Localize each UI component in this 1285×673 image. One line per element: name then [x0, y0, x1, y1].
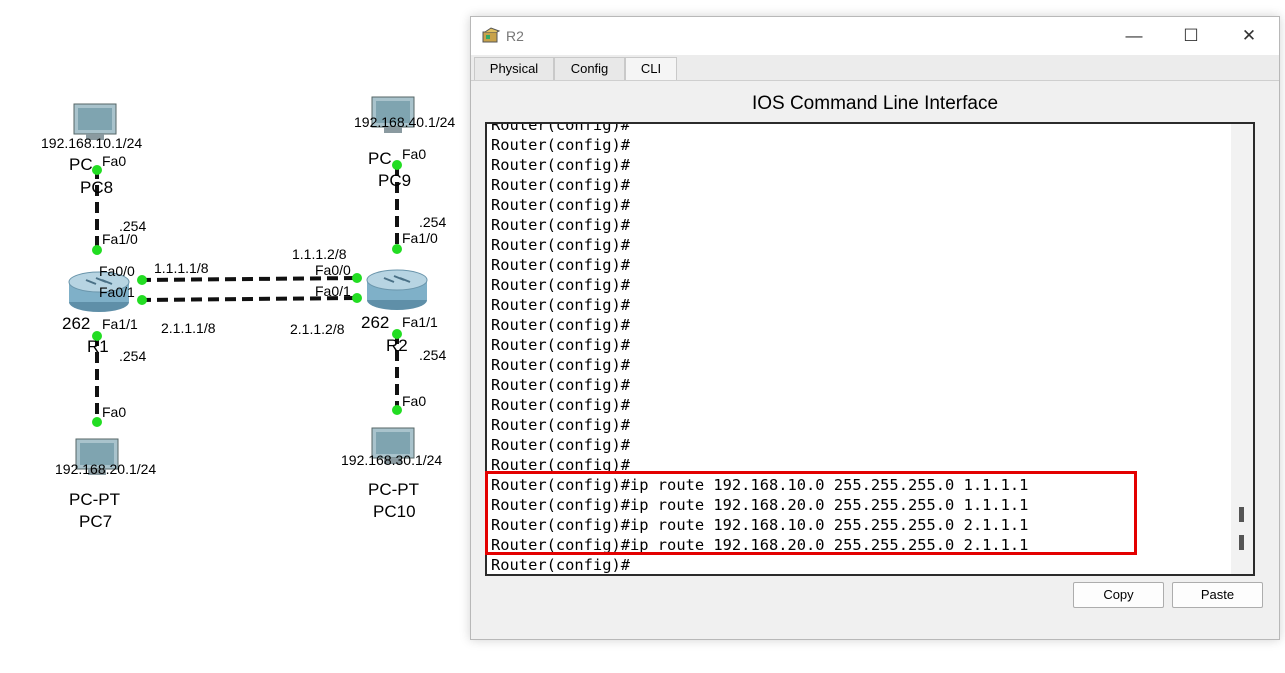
r1-model: 262	[62, 314, 91, 333]
r2-port-fa10: Fa1/0	[402, 230, 438, 246]
tab-physical[interactable]: Physical	[474, 57, 554, 80]
link-dot	[137, 275, 147, 285]
r2-gw-bottom: .254	[419, 347, 447, 363]
pc9-port: Fa0	[402, 146, 427, 162]
console-line: Router(config)#	[491, 556, 630, 574]
console-line: Router(config)#	[491, 216, 630, 234]
link-dot	[352, 273, 362, 283]
link-dot	[92, 245, 102, 255]
r2-ip-fa00: 1.1.1.2/8	[292, 246, 347, 262]
window-title: R2	[506, 28, 524, 44]
title-bar[interactable]: R2 — ☐ ✕	[471, 17, 1279, 55]
pc7-ip: 192.168.20.1/24	[55, 461, 157, 477]
r2-name: R2	[386, 336, 408, 355]
console-scrollbar[interactable]	[1231, 124, 1253, 574]
r1-gw-bottom: .254	[119, 348, 147, 364]
console-line: Router(config)#	[491, 336, 630, 354]
console-line: Router(config)#	[491, 196, 630, 214]
pc10-port: Fa0	[402, 393, 427, 409]
pc7-port: Fa0	[102, 404, 127, 420]
pc9-type-label: PC	[368, 149, 392, 168]
pc8-type-label: PC	[69, 155, 93, 174]
pc8-port: Fa0	[102, 153, 127, 169]
r2-model: 262	[361, 313, 390, 332]
tab-cli[interactable]: CLI	[625, 57, 677, 80]
link-dot	[137, 295, 147, 305]
r2-gw-top: .254	[419, 214, 447, 230]
router-icon[interactable]	[364, 266, 430, 312]
router-window: R2 — ☐ ✕ Physical Config CLI IOS Command…	[470, 16, 1280, 640]
console-line: Router(config)#	[491, 236, 630, 254]
packet-tracer-icon	[482, 27, 501, 43]
console-line: Router(config)#	[491, 122, 630, 134]
minimize-icon[interactable]: —	[1111, 23, 1157, 49]
pc8-ip: 192.168.10.1/24	[41, 135, 143, 151]
console-line: Router(config)#	[491, 176, 630, 194]
pc10-name: PC10	[373, 502, 416, 521]
close-icon[interactable]: ✕	[1226, 23, 1272, 49]
tab-config[interactable]: Config	[554, 57, 625, 80]
r1-ip-fa01: 2.1.1.1/8	[161, 320, 216, 336]
console-line: Router(config)#	[491, 156, 630, 174]
link-dot	[392, 405, 402, 415]
pc9-name: PC9	[378, 171, 412, 190]
cli-heading: IOS Command Line Interface	[751, 93, 999, 114]
maximize-icon[interactable]: ☐	[1168, 23, 1214, 49]
console-line: Router(config)#	[491, 396, 630, 414]
r2-port-fa00: Fa0/0	[315, 262, 351, 278]
console-line: Router(config)#	[491, 376, 630, 394]
pc10-ip: 192.168.30.1/24	[341, 452, 443, 468]
r1-port-fa01: Fa0/1	[99, 284, 135, 300]
r1-name: R1	[87, 337, 109, 356]
tab-bar: Physical Config CLI	[471, 55, 1279, 81]
console-line: Router(config)#	[491, 316, 630, 334]
r2-port-fa01: Fa0/1	[315, 283, 351, 299]
scroll-arrow-icon[interactable]	[1239, 535, 1244, 550]
scroll-arrow-icon[interactable]	[1239, 507, 1244, 522]
console-line: Router(config)#	[491, 136, 630, 154]
r1-port-fa00: Fa0/0	[99, 263, 135, 279]
link-dot	[92, 165, 102, 175]
console-line: Router(config)#	[491, 436, 630, 454]
pc9-ip: 192.168.40.1/24	[354, 114, 456, 130]
paste-button[interactable]: Paste	[1172, 582, 1263, 608]
console-line: Router(config)#	[491, 296, 630, 314]
console-line: Router(config)#	[491, 276, 630, 294]
r1-port-fa11: Fa1/1	[102, 316, 138, 332]
pc7-type-label: PC-PT	[69, 490, 120, 509]
console-line: Router(config)#	[491, 256, 630, 274]
link-dot	[92, 417, 102, 427]
link-dot	[392, 244, 402, 254]
copy-button[interactable]: Copy	[1073, 582, 1164, 608]
link-dot	[392, 160, 402, 170]
pc7-name: PC7	[79, 512, 113, 531]
console-line: Router(config)#	[491, 356, 630, 374]
r2-ip-fa01: 2.1.1.2/8	[290, 321, 345, 337]
link-dot	[352, 293, 362, 303]
r1-ip-fa00: 1.1.1.1/8	[154, 260, 209, 276]
pc8-name: PC8	[80, 178, 114, 197]
console-line: Router(config)#	[491, 416, 630, 434]
pc10-type-label: PC-PT	[368, 480, 419, 499]
r2-port-fa11: Fa1/1	[402, 314, 438, 330]
r1-port-fa10: Fa1/0	[102, 231, 138, 247]
highlight-box	[485, 471, 1137, 555]
